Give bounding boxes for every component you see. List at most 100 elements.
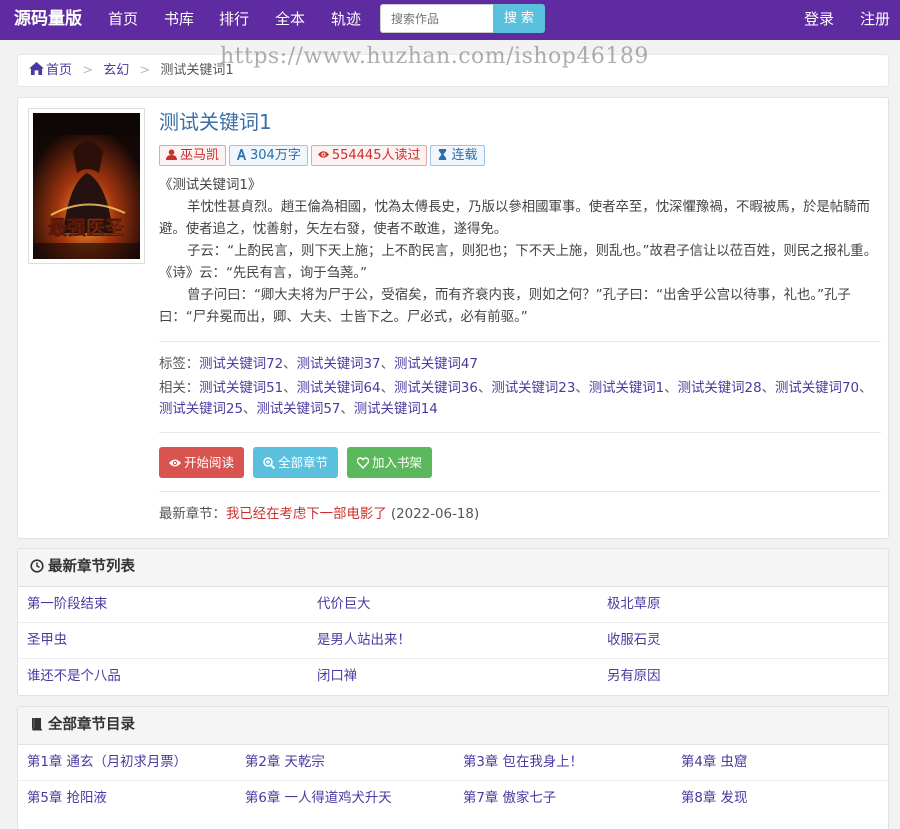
related-link[interactable]: 测试关键词64 [297,381,381,396]
chapter-link[interactable]: 第5章 抢阳液 [27,781,107,817]
status-badge: 连载 [430,145,485,166]
latest-chapter-line: 最新章节：我已经在考虑下一部电影了 (2022-06-18) [159,504,479,526]
hourglass-icon [439,149,447,160]
related-link[interactable]: 测试关键词14 [354,402,438,417]
latest-chapters-header: 最新章节列表 [18,549,888,587]
related-link[interactable]: 测试关键词36 [394,381,478,396]
eye-icon [317,151,329,158]
clock-icon [30,559,44,573]
breadcrumb-separator: > [82,63,94,78]
related-link[interactable]: 测试关键词1 [589,381,664,396]
word-count: 304万字 [250,148,301,163]
chapter-link[interactable]: 是男人站出来！ [317,623,411,659]
chapter-row: 第5章 抢阳液 第6章 一人得道鸡犬升天 第7章 傲家七子 第8章 发现 [18,781,888,817]
chapter-row: 第一阶段结束 代价巨大 极北草原 [18,587,888,623]
nav-link-library[interactable]: 书库 [164,0,194,40]
book-cover[interactable]: 最强医圣 [28,108,145,264]
register-link[interactable]: 注册 [860,0,890,40]
intro-paragraph: 曾子问曰：“卿大夫将为尸于公，受宿矣，而有齐衰内丧，则如之何？”孔子曰：“出舍乎… [159,288,851,325]
search-input[interactable] [380,4,494,33]
all-chapters-label: 全部章节 [278,455,329,470]
tag-link[interactable]: 测试关键词72 [199,357,283,372]
read-count: 554445人读过 [331,148,421,163]
book-title[interactable]: 测试关键词1 [159,106,272,135]
start-reading-button[interactable]: 开始阅读 [159,447,245,478]
intro-paragraph: 羊忱性甚貞烈。趙王倫為相國，忱為太傅長史，乃版以參相國軍事。使者卒至，忱深懼豫禍… [159,200,870,237]
breadcrumb-home[interactable]: 首页 [29,62,76,78]
add-to-shelf-button[interactable]: 加入书架 [347,447,433,478]
all-chapters-header: 全部章节目录 [18,707,888,745]
chapter-link[interactable]: 第6章 一人得道鸡犬升天 [245,781,392,817]
cover-image: 最强医圣 [33,113,140,259]
chapter-link[interactable]: 谁还不是个八品 [27,659,121,695]
related-link[interactable]: 测试关键词70 [775,381,859,396]
tag-link[interactable]: 测试关键词37 [297,357,381,372]
site-brand[interactable]: 源码量版 [14,0,82,40]
read-count-badge: 554445人读过 [310,145,428,166]
chapter-link[interactable]: 第一阶段结束 [27,587,107,623]
chapter-row: 谁还不是个八品 闭口禅 另有原因 [18,659,888,695]
tags-label: 标签： [159,357,200,372]
chapter-link[interactable]: 圣甲虫 [27,623,67,659]
chapter-link[interactable]: 第8章 发现 [681,781,747,817]
chapter-link[interactable]: 第1章 通玄（月初求月票） [27,745,187,781]
chapter-link[interactable]: 代价巨大 [317,587,371,623]
all-chapters-title: 全部章节目录 [48,717,135,733]
nav-link-ranking[interactable]: 排行 [219,0,249,40]
breadcrumb-category[interactable]: 玄幻 [103,63,129,78]
nav-link-home[interactable]: 首页 [108,0,138,40]
chapter-link[interactable]: 收服石灵 [607,623,661,659]
chapter-link[interactable]: 第3章 包在我身上！ [463,745,583,781]
chapter-link[interactable]: 闭口禅 [317,659,357,695]
related-line: 相关：测试关键词51、测试关键词64、测试关键词36、测试关键词23、测试关键词… [159,381,873,417]
intro-paragraph: 子云：“上酌民言，则下天上施；上不酌民言，则犯也；下不天上施，则乱也。”故君子信… [159,244,878,281]
latest-label: 最新章节： [159,507,226,522]
latest-chapter-link[interactable]: 我已经在考虑下一部电影了 [226,507,387,522]
related-link[interactable]: 测试关键词23 [491,381,575,396]
nav-link-history[interactable]: 轨迹 [331,0,361,40]
chapter-row: 第1章 通玄（月初求月票） 第2章 天乾宗 第3章 包在我身上！ 第4章 虫窟 [18,745,888,781]
login-link[interactable]: 登录 [804,0,834,40]
breadcrumb-home-label: 首页 [46,63,73,78]
divider [159,432,881,433]
search-button[interactable]: 搜 索 [493,4,545,33]
related-label: 相关： [159,381,200,396]
word-count-badge: 304万字 [229,145,308,166]
book-meta-badges: 巫马凯 304万字 554445人读过 连载 [159,145,488,166]
book-intro: 《测试关键词1》 羊忱性甚貞烈。趙王倫為相國，忱為太傅長史，乃版以參相國軍事。使… [159,175,881,329]
author-badge[interactable]: 巫马凯 [159,145,227,166]
tags-line: 标签：测试关键词72、测试关键词37、测试关键词47 [159,357,478,372]
zoom-in-icon [263,457,275,469]
tag-link[interactable]: 测试关键词47 [394,357,478,372]
chapter-link[interactable]: 第7章 傲家七子 [463,781,556,817]
heart-icon [357,457,369,469]
related-link[interactable]: 测试关键词51 [199,381,283,396]
related-link[interactable]: 测试关键词57 [256,402,340,417]
chapter-link[interactable]: 另有原因 [607,659,661,695]
latest-chapters-panel: 最新章节列表 第一阶段结束 代价巨大 极北草原 圣甲虫 是男人站出来！ 收服石灵… [17,548,889,696]
top-navbar: 源码量版 首页 书库 排行 全本 轨迹 搜 索 登录 注册 [0,0,900,40]
book-icon [32,718,42,731]
book-info-panel: 最强医圣 测试关键词1 巫马凯 304万字 554445人读过 连载 《测试关键词1》… [17,97,889,539]
start-reading-label: 开始阅读 [184,455,235,470]
home-icon [29,62,44,75]
latest-date: (2022-06-18) [390,507,480,522]
related-link[interactable]: 测试关键词28 [678,381,762,396]
divider [159,341,881,342]
user-icon [166,149,177,160]
divider [159,491,881,492]
eye-icon [169,459,181,467]
latest-chapters-title: 最新章节列表 [48,559,135,575]
related-link[interactable]: 测试关键词25 [159,402,243,417]
watermark-text: https://www.huzhan.com/ishop46189 [220,44,649,69]
nav-link-completed[interactable]: 全本 [275,0,305,40]
intro-heading: 《测试关键词1》 [159,178,262,193]
add-to-shelf-label: 加入书架 [372,455,423,470]
author-name: 巫马凯 [180,148,220,163]
all-chapters-button[interactable]: 全部章节 [253,447,339,478]
cover-title-art: 最强医圣 [48,217,125,239]
chapter-link[interactable]: 第4章 虫窟 [681,745,747,781]
chapter-link[interactable]: 极北草原 [607,587,661,623]
breadcrumb-separator: > [139,63,151,78]
chapter-link[interactable]: 第2章 天乾宗 [245,745,325,781]
